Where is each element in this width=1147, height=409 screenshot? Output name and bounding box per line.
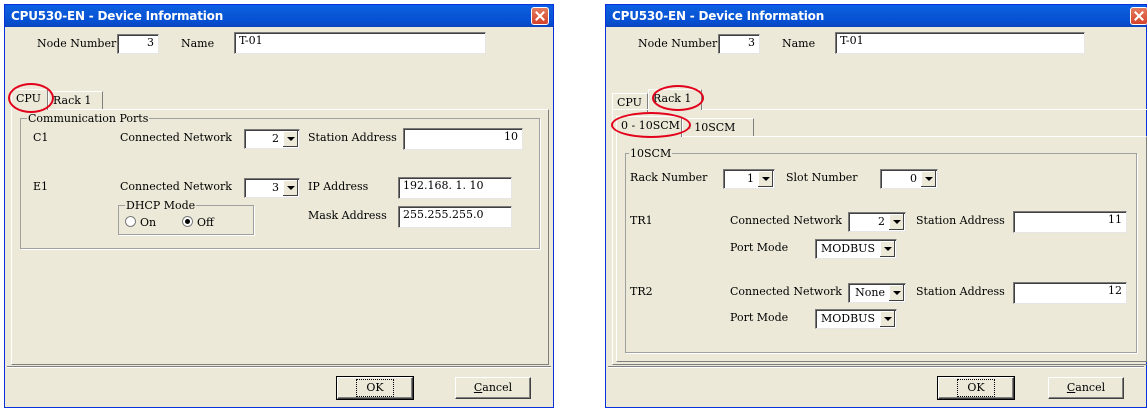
rack-number-select[interactable]: 1 bbox=[723, 169, 775, 189]
port-mode-select-tr1[interactable]: MODBUS bbox=[815, 239, 897, 259]
station-address-label: Station Address bbox=[308, 131, 397, 144]
port-mode-select-tr2[interactable]: MODBUS bbox=[815, 309, 897, 329]
ok-button[interactable]: OK bbox=[336, 376, 414, 400]
tab-cpu[interactable]: CPU bbox=[11, 89, 48, 110]
cancel-button[interactable]: Cancel bbox=[455, 377, 531, 399]
chevron-down-icon[interactable] bbox=[889, 214, 904, 230]
port-label-tr2: TR2 bbox=[630, 285, 653, 298]
button-bar: OK Cancel bbox=[7, 366, 551, 407]
title-bar[interactable]: CPU530-EN - Device Information bbox=[5, 5, 553, 27]
button-bar: OK Cancel bbox=[608, 366, 1144, 407]
group-title: Communication Ports bbox=[27, 112, 150, 125]
device-info-window-rack: CPU530-EN - Device Information Node Numb… bbox=[605, 4, 1147, 408]
device-info-window-cpu: CPU530-EN - Device Information Node Numb… bbox=[4, 4, 554, 408]
slot-number-select[interactable]: 0 bbox=[880, 169, 938, 189]
group-title: 10SCM bbox=[629, 147, 673, 160]
chevron-down-icon[interactable] bbox=[880, 311, 895, 327]
slot-number-label: Slot Number bbox=[786, 171, 858, 184]
connected-network-label: Connected Network bbox=[730, 214, 842, 227]
subtab-slot-1[interactable]: - 10SCM bbox=[682, 118, 754, 137]
connected-network-label: Connected Network bbox=[730, 285, 842, 298]
connected-network-label: Connected Network bbox=[120, 131, 232, 144]
chevron-down-icon[interactable] bbox=[283, 180, 298, 196]
station-address-label: Station Address bbox=[916, 285, 1005, 298]
ok-button[interactable]: OK bbox=[937, 376, 1015, 400]
node-number-label: Node Number bbox=[638, 37, 718, 50]
communication-ports-group: Communication Ports C1 Connected Network… bbox=[20, 112, 540, 249]
chevron-down-icon[interactable] bbox=[880, 241, 895, 257]
station-address-field-tr2[interactable]: 12 bbox=[1013, 282, 1127, 304]
port-label-tr1: TR1 bbox=[630, 214, 653, 227]
name-label: Name bbox=[181, 37, 215, 50]
chevron-down-icon[interactable] bbox=[921, 171, 936, 187]
node-number-field[interactable]: 3 bbox=[718, 34, 760, 54]
window-title: CPU530-EN - Device Information bbox=[612, 9, 825, 23]
radio-checked-icon bbox=[182, 216, 193, 227]
radio-icon bbox=[125, 216, 136, 227]
connected-network-select-e1[interactable]: 3 bbox=[244, 178, 300, 198]
cancel-button[interactable]: Cancel bbox=[1048, 377, 1124, 399]
title-bar[interactable]: CPU530-EN - Device Information bbox=[606, 5, 1147, 27]
port-label-c1: C1 bbox=[33, 131, 49, 144]
tab-panel-cpu: Communication Ports C1 Connected Network… bbox=[11, 109, 549, 365]
mask-address-label: Mask Address bbox=[308, 209, 387, 222]
ip-address-label: IP Address bbox=[308, 180, 369, 193]
mask-address-field[interactable]: 255.255.255.0 bbox=[398, 206, 512, 228]
dhcp-mode-group: DHCP Mode On Off bbox=[118, 199, 254, 235]
subtab-panel: 10SCM Rack Number 1 Slot Number 0 TR1 Co… bbox=[616, 136, 1147, 362]
tab-rack-1[interactable]: Rack 1 bbox=[48, 91, 103, 110]
name-field[interactable]: T-01 bbox=[835, 32, 1085, 54]
port-label-e1: E1 bbox=[33, 180, 49, 193]
node-number-field[interactable]: 3 bbox=[117, 34, 159, 54]
connected-network-label: Connected Network bbox=[120, 180, 232, 193]
tab-rack-1[interactable]: Rack 1 bbox=[648, 89, 702, 110]
chevron-down-icon[interactable] bbox=[283, 131, 298, 147]
station-address-field-tr1[interactable]: 11 bbox=[1013, 211, 1127, 233]
tab-panel-rack: 0 - 10SCM - 10SCM 10SCM Rack Number 1 Sl… bbox=[611, 109, 1147, 365]
node-number-label: Node Number bbox=[37, 37, 117, 50]
chevron-down-icon[interactable] bbox=[758, 171, 773, 187]
port-mode-label: Port Mode bbox=[730, 311, 789, 324]
dhcp-off-radio[interactable]: Off bbox=[182, 216, 214, 229]
chevron-down-icon[interactable] bbox=[889, 285, 904, 301]
station-address-field-c1[interactable]: 10 bbox=[403, 128, 523, 150]
ip-address-field[interactable]: 192.168. 1. 10 bbox=[398, 177, 512, 199]
name-field[interactable]: T-01 bbox=[234, 32, 486, 54]
subtab-slot-0[interactable]: 0 - 10SCM bbox=[616, 116, 682, 137]
connected-network-select-tr1[interactable]: 2 bbox=[848, 212, 906, 232]
port-mode-label: Port Mode bbox=[730, 241, 789, 254]
station-address-label: Station Address bbox=[916, 214, 1005, 227]
connected-network-select-c1[interactable]: 2 bbox=[244, 129, 300, 149]
dhcp-mode-label: DHCP Mode bbox=[125, 199, 197, 212]
connected-network-select-tr2[interactable]: None bbox=[848, 283, 906, 303]
rack-number-label: Rack Number bbox=[630, 171, 708, 184]
dhcp-on-radio[interactable]: On bbox=[125, 216, 156, 229]
module-group: 10SCM Rack Number 1 Slot Number 0 TR1 Co… bbox=[625, 147, 1137, 353]
close-icon[interactable] bbox=[531, 7, 549, 25]
close-icon[interactable] bbox=[1130, 7, 1147, 25]
window-title: CPU530-EN - Device Information bbox=[11, 9, 224, 23]
name-label: Name bbox=[782, 37, 816, 50]
